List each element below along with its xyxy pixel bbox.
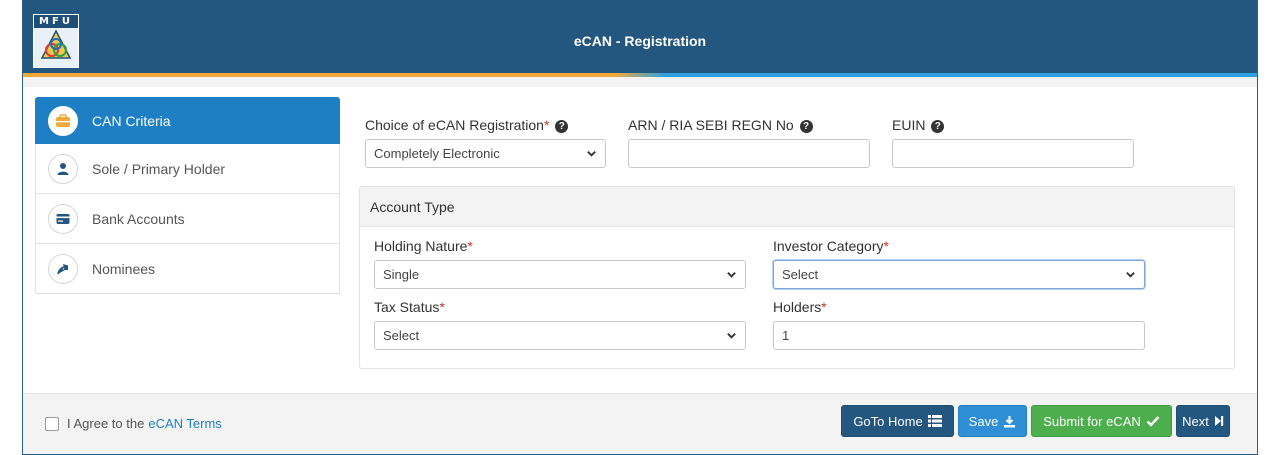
choice-registration-select[interactable]: Completely Electronic	[365, 139, 606, 168]
arn-label: ARN / RIA SEBI REGN No ?	[628, 117, 813, 133]
sidebar-item-bank-accounts[interactable]: Bank Accounts	[35, 194, 340, 244]
sidebar-item-primary-holder[interactable]: Sole / Primary Holder	[35, 144, 340, 194]
content-top-band	[23, 77, 1257, 87]
next-button[interactable]: Next	[1176, 405, 1230, 437]
header-bar: MFU eCAN - Registration	[23, 0, 1257, 75]
footer-bar: I Agree to the eCAN Terms GoTo Home Save…	[23, 393, 1257, 454]
app-window: MFU eCAN - Registration CAN Criteria Sol…	[22, 0, 1258, 455]
goto-home-button[interactable]: GoTo Home	[841, 405, 954, 437]
holding-nature-label: Holding Nature*	[374, 238, 473, 254]
step-forward-icon	[1214, 416, 1224, 426]
holders-input[interactable]: 1	[773, 321, 1145, 350]
chevron-down-icon	[1126, 272, 1135, 278]
chevron-down-icon	[587, 151, 596, 157]
help-icon[interactable]: ?	[799, 120, 813, 133]
briefcase-icon	[48, 105, 78, 136]
list-icon	[927, 415, 942, 427]
ecan-terms-link[interactable]: eCAN Terms	[148, 416, 221, 431]
agree-checkbox[interactable]	[45, 416, 59, 431]
chevron-down-icon	[727, 333, 736, 339]
tax-status-select[interactable]: Select	[374, 321, 746, 350]
euin-label: EUIN ?	[892, 117, 945, 133]
sidebar-item-label: Bank Accounts	[92, 210, 185, 227]
sidebar-item-nominees[interactable]: Nominees	[35, 244, 340, 294]
help-icon[interactable]: ?	[555, 120, 569, 133]
investor-category-select[interactable]: Select	[773, 260, 1145, 289]
agree-text: I Agree to the	[67, 416, 145, 431]
download-icon	[1004, 415, 1016, 427]
save-button[interactable]: Save	[958, 405, 1027, 437]
account-type-title: Account Type	[360, 187, 1234, 227]
holding-nature-select[interactable]: Single	[374, 260, 746, 289]
share-arrow-icon	[48, 253, 78, 284]
check-icon	[1146, 416, 1160, 427]
sidebar-nav: CAN Criteria Sole / Primary Holder Bank …	[35, 97, 340, 294]
arn-input[interactable]	[628, 139, 870, 168]
submit-ecan-button[interactable]: Submit for eCAN	[1031, 405, 1172, 437]
sidebar-item-label: Sole / Primary Holder	[92, 160, 226, 177]
card-icon	[48, 203, 78, 234]
sidebar-item-can-criteria[interactable]: CAN Criteria	[35, 97, 340, 144]
account-type-panel: Account Type Holding Nature* Single Inve…	[359, 186, 1235, 369]
tax-status-label: Tax Status*	[374, 299, 445, 315]
sidebar-item-label: Nominees	[92, 260, 156, 277]
agree-terms: I Agree to the eCAN Terms	[45, 416, 222, 431]
user-icon	[48, 153, 78, 184]
chevron-down-icon	[727, 272, 736, 278]
help-icon[interactable]: ?	[931, 120, 945, 133]
euin-input[interactable]	[892, 139, 1134, 168]
sidebar-item-label: CAN Criteria	[92, 112, 171, 129]
logo-text: MFU	[34, 15, 78, 28]
page-title: eCAN - Registration	[573, 33, 707, 49]
investor-category-label: Investor Category*	[773, 238, 889, 254]
holders-label: Holders*	[773, 299, 827, 315]
choice-registration-label: Choice of eCAN Registration* ?	[365, 117, 569, 133]
